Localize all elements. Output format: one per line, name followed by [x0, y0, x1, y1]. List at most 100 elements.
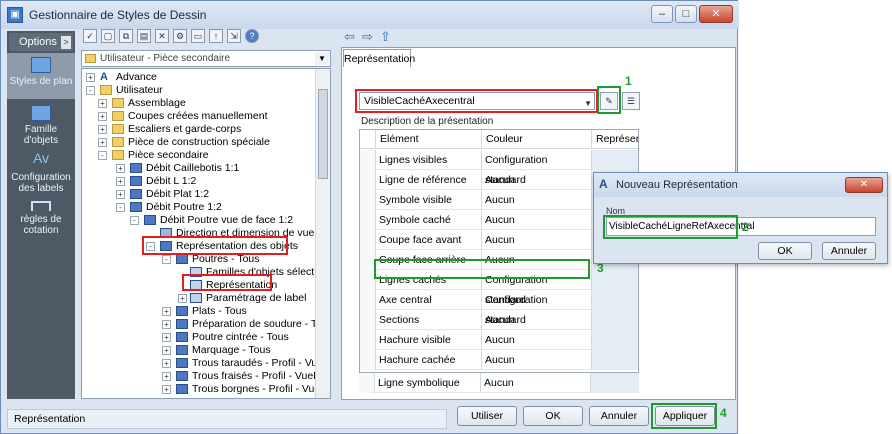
weld-prep-icon — [176, 319, 188, 329]
ok-button[interactable]: OK — [523, 406, 583, 426]
highlight-red-presentation — [355, 89, 598, 113]
dialog-close-button[interactable]: ✕ — [845, 177, 883, 193]
tab-representation[interactable]: Représentation — [343, 49, 415, 67]
tree-toggle[interactable]: + — [162, 346, 171, 355]
row-header — [360, 310, 376, 330]
status-bar: Représentation — [7, 409, 447, 429]
highlight-red-representation-objets — [142, 236, 288, 255]
sidebar-item-label-config[interactable]: Av Configuration des labels — [7, 149, 75, 197]
cell-couleur[interactable]: Aucun — [482, 310, 592, 330]
grid-header-couleur[interactable]: Couleur — [482, 130, 592, 149]
label-settings-icon — [190, 293, 202, 303]
dialog-title: Nouveau Représentation — [616, 179, 738, 191]
highlight-red-representation — [182, 274, 272, 291]
grid-header-element[interactable]: Elément — [376, 130, 482, 149]
delete-icon[interactable]: ✕ — [155, 29, 169, 43]
table-row[interactable]: Axe central Configuration standard — [360, 290, 638, 326]
tree-toggle[interactable]: + — [86, 73, 95, 82]
tree-toggle[interactable]: - — [98, 151, 107, 160]
tree-toggle[interactable]: + — [116, 164, 125, 173]
close-button[interactable]: ✕ — [699, 5, 733, 23]
title-bar: ▣ Gestionnaire de Styles de Dessin – □ ✕ — [1, 1, 739, 29]
cell-element: Symbole caché — [376, 210, 482, 230]
tree-toggle[interactable]: + — [162, 333, 171, 342]
sidebar-options[interactable]: Options > — [9, 33, 73, 51]
tree-toggle[interactable]: + — [162, 320, 171, 329]
validate-icon[interactable]: ✓ — [83, 29, 97, 43]
back-arrow-icon[interactable]: ⇦ — [344, 29, 355, 45]
settings-icon[interactable]: ⚙ — [173, 29, 187, 43]
cell-couleur[interactable]: Configuration standard — [482, 150, 592, 186]
folder-icon[interactable]: ▭ — [191, 29, 205, 43]
tree-label: Plats - Tous — [192, 305, 247, 317]
dialog-cancel-button[interactable]: Annuler — [822, 242, 876, 260]
cell-couleur[interactable]: Aucun — [482, 170, 592, 190]
tree-toggle[interactable]: - — [162, 255, 171, 264]
view-style-icon — [130, 163, 142, 173]
view-style-icon — [144, 215, 156, 225]
folder-up-icon[interactable]: ↑ — [209, 29, 223, 43]
window-title: Gestionnaire de Styles de Dessin — [29, 8, 207, 22]
cell-representation[interactable] — [592, 290, 638, 310]
help-icon[interactable]: ? — [245, 29, 259, 43]
cell-couleur[interactable]: Configuration standard — [482, 290, 592, 326]
app-icon: ▣ — [7, 7, 23, 23]
tree-toggle[interactable]: + — [162, 307, 171, 316]
tree-toggle[interactable]: + — [162, 385, 171, 394]
maximize-button[interactable]: □ — [675, 5, 697, 23]
cell-couleur[interactable]: Aucun — [482, 190, 592, 210]
sidebar-item-object-family[interactable]: Famille d'objets — [7, 101, 75, 149]
cell-couleur[interactable]: Aucun — [482, 330, 592, 350]
sidebar-item-plan-styles[interactable]: Styles de plan — [7, 53, 75, 99]
export-icon[interactable]: ⇲ — [227, 29, 241, 43]
presentation-list-icon[interactable]: ☰ — [622, 92, 640, 110]
cell-couleur[interactable]: Aucun — [482, 230, 592, 250]
minimize-button[interactable]: – — [651, 5, 673, 23]
sidebar-item-label: Styles de plan — [9, 76, 73, 87]
cell-representation[interactable] — [592, 350, 638, 370]
tree-toggle[interactable]: - — [116, 203, 125, 212]
cell-representation[interactable] — [592, 310, 638, 330]
tree-toggle[interactable]: - — [86, 86, 95, 95]
table-row[interactable]: Hachure cachée Aucun — [360, 350, 638, 370]
scrollbar-thumb[interactable] — [318, 89, 328, 179]
chevron-right-icon[interactable]: > — [61, 36, 71, 49]
tree-toggle[interactable]: + — [98, 138, 107, 147]
tree-toggle[interactable]: + — [162, 372, 171, 381]
new-icon[interactable]: ▢ — [101, 29, 115, 43]
up-arrow-icon[interactable]: ⇧ — [380, 29, 391, 45]
tree-toggle[interactable]: + — [162, 359, 171, 368]
sidebar-item-dimension-rules[interactable]: règles de cotation — [7, 197, 75, 247]
cell-representation[interactable] — [591, 373, 639, 393]
tree-label: Marquage - Tous — [192, 344, 271, 356]
table-row[interactable]: Lignes visibles Configuration standard — [360, 150, 638, 186]
copy-icon[interactable]: ⧉ — [119, 29, 133, 43]
cell-representation[interactable] — [592, 150, 638, 170]
row-header — [360, 210, 376, 230]
cell-representation[interactable] — [592, 330, 638, 350]
tree-toggle[interactable]: - — [130, 216, 139, 225]
view-style-icon — [130, 202, 142, 212]
cell-couleur[interactable]: Aucun — [481, 373, 591, 393]
dialog-ok-button[interactable]: OK — [758, 242, 812, 260]
table-row[interactable]: Sections Aucun — [360, 310, 638, 330]
chevron-down-icon[interactable]: ▼ — [315, 52, 329, 65]
tree-toggle[interactable]: + — [178, 294, 187, 303]
forward-arrow-icon[interactable]: ⇨ — [362, 29, 373, 45]
table-row[interactable]: Ligne symbolique Aucun — [359, 373, 639, 393]
cancel-button[interactable]: Annuler — [589, 406, 649, 426]
tree-toggle[interactable]: + — [98, 125, 107, 134]
table-row[interactable]: Hachure visible Aucun — [360, 330, 638, 350]
use-button[interactable]: Utiliser — [457, 406, 517, 426]
paste-icon[interactable]: ▤ — [137, 29, 151, 43]
tree-scrollbar[interactable] — [315, 69, 330, 398]
tree-toggle[interactable]: + — [116, 177, 125, 186]
style-group-select[interactable]: Utilisateur - Pièce secondaire ▼ — [81, 50, 331, 67]
tree-toggle[interactable]: + — [98, 99, 107, 108]
tree-toggle[interactable]: + — [116, 190, 125, 199]
tree-toggle[interactable]: + — [98, 112, 107, 121]
cell-couleur[interactable]: Aucun — [482, 350, 592, 370]
grid-header-representation[interactable]: Représentati — [592, 130, 638, 149]
row-header — [360, 330, 376, 350]
cell-couleur[interactable]: Aucun — [482, 210, 592, 230]
